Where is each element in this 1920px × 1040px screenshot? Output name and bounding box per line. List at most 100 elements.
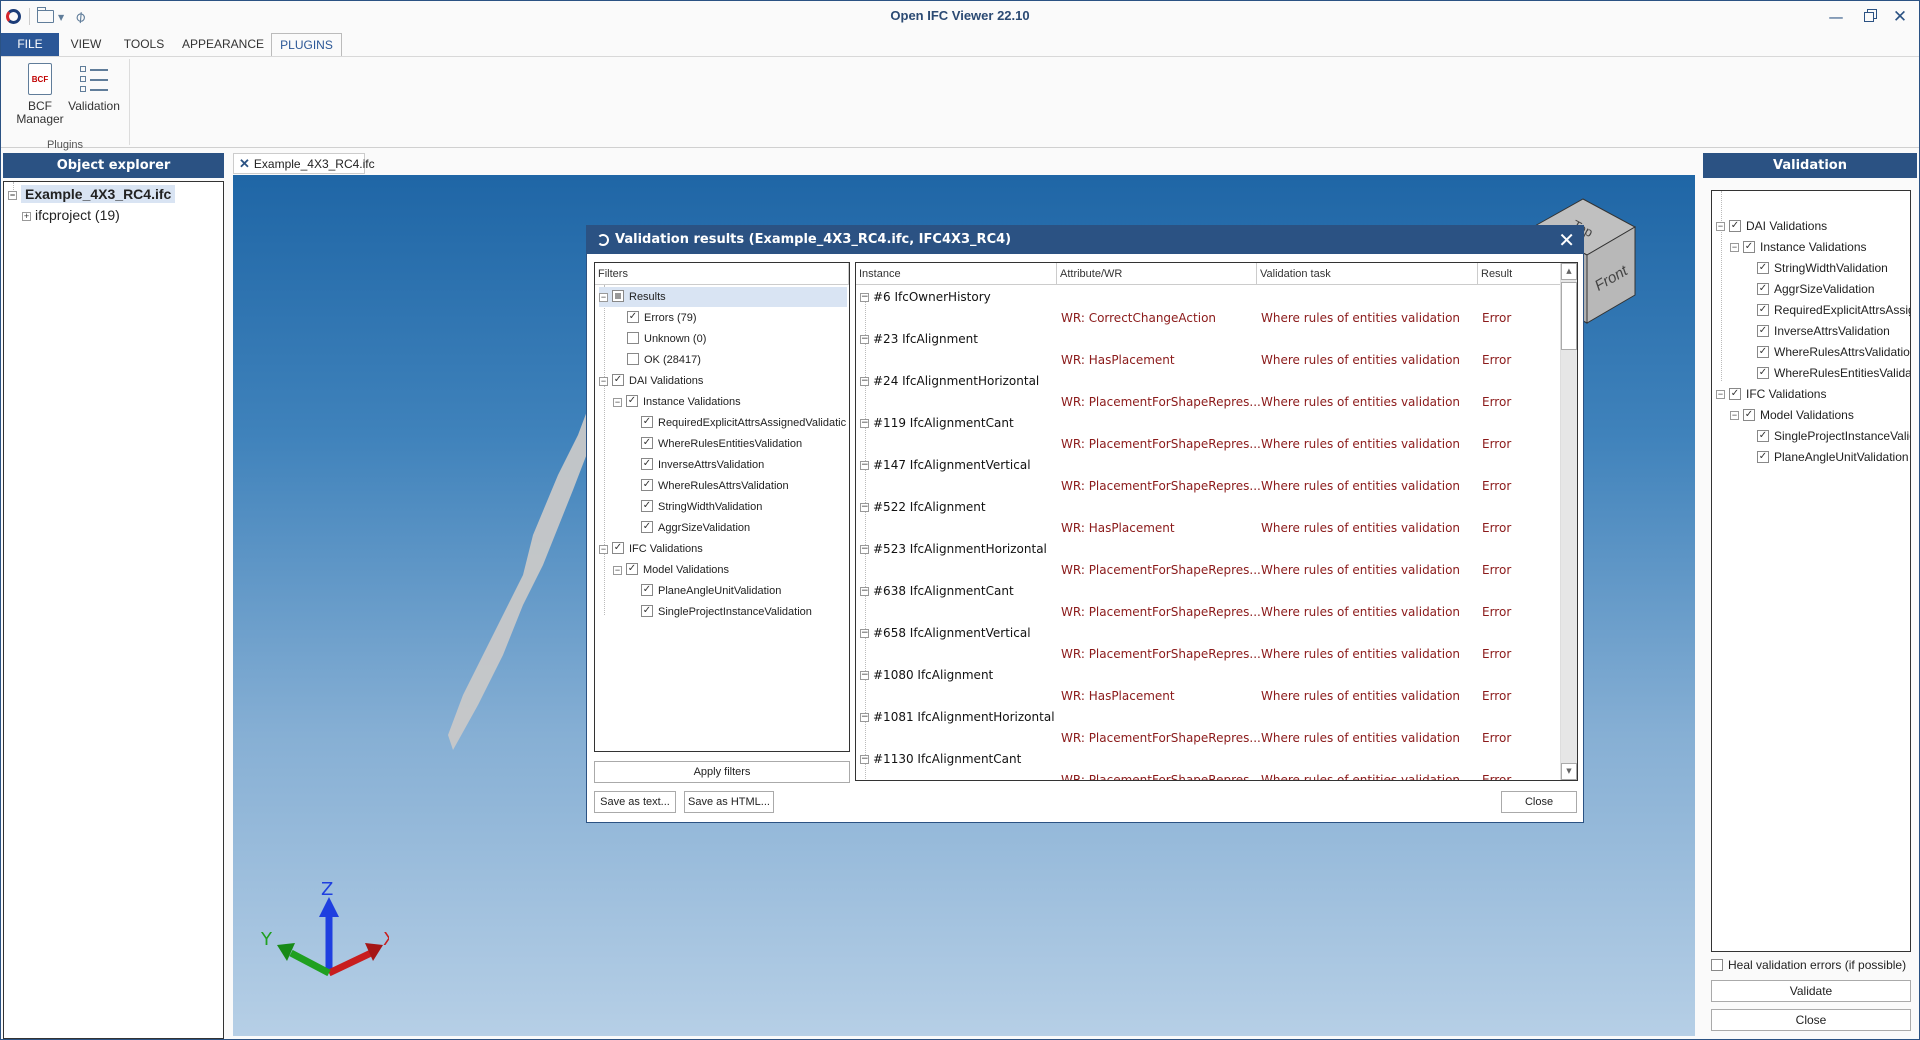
object-explorer-tree[interactable]: − Example_4X3_RC4.ifc + ifcproject (19) — [3, 181, 224, 1039]
checkbox-checked-icon[interactable]: ✓ — [641, 437, 653, 450]
result-cell[interactable]: Error — [1482, 518, 1511, 538]
attribute-cell[interactable]: WR: HasPlacement — [1061, 518, 1175, 538]
task-cell[interactable]: Where rules of entities validation — [1261, 770, 1460, 780]
apply-filters-button[interactable]: Apply filters — [594, 761, 850, 783]
checkbox-checked-icon[interactable]: ✓ — [1743, 240, 1755, 253]
result-instance-row[interactable]: − #1081 IfcAlignmentHorizontal — [860, 707, 1055, 727]
result-instance-row[interactable]: − #6 IfcOwnerHistory — [860, 287, 991, 307]
checkbox-checked-icon[interactable]: ✓ — [1757, 324, 1769, 337]
checkbox-checked-icon[interactable]: ✓ — [1757, 345, 1769, 358]
result-cell[interactable]: Error — [1482, 476, 1511, 496]
scrollbar-thumb[interactable] — [1561, 282, 1577, 350]
collapse-icon[interactable]: − — [860, 419, 869, 428]
result-cell[interactable]: Error — [1482, 350, 1511, 370]
column-header-result[interactable]: Result — [1478, 263, 1561, 285]
attribute-cell[interactable]: WR: PlacementForShapeRepres... — [1061, 728, 1261, 748]
collapse-icon[interactable]: − — [599, 292, 608, 302]
result-instance-row[interactable]: − #1130 IfcAlignmentCant — [860, 749, 1021, 769]
attribute-cell[interactable]: WR: CorrectChangeAction — [1061, 308, 1216, 328]
result-instance-row[interactable]: − #638 IfcAlignmentCant — [860, 581, 1014, 601]
filter-node-leaf[interactable]: ✓ SingleProjectInstanceValidation — [641, 602, 812, 622]
restore-button[interactable] — [1856, 7, 1882, 27]
checkbox-checked-icon[interactable]: ✓ — [1743, 408, 1755, 421]
tab-plugins[interactable]: PLUGINS — [271, 33, 342, 57]
checkbox-unchecked-icon[interactable] — [627, 332, 639, 345]
checkbox-checked-icon[interactable]: ✓ — [1757, 261, 1769, 274]
filter-node-results[interactable]: − Results — [599, 287, 847, 307]
result-cell[interactable]: Error — [1482, 686, 1511, 706]
collapse-icon[interactable]: − — [1716, 390, 1725, 400]
filter-node-leaf[interactable]: ✓ AggrSizeValidation — [641, 518, 750, 538]
result-instance-row[interactable]: − #522 IfcAlignment — [860, 497, 986, 517]
filter-node-unknown[interactable]: Unknown (0) — [627, 329, 706, 349]
expand-icon[interactable]: + — [22, 211, 31, 221]
save-as-text-button[interactable]: Save as text... — [594, 791, 676, 813]
filter-node-leaf[interactable]: ✓ PlaneAngleUnitValidation — [641, 581, 781, 601]
collapse-icon[interactable]: − — [8, 190, 17, 200]
attribute-cell[interactable]: WR: PlacementForShapeRepres... — [1061, 434, 1261, 454]
column-header-attribute[interactable]: Attribute/WR — [1057, 263, 1257, 285]
collapse-icon[interactable]: − — [860, 461, 869, 470]
close-window-button[interactable]: ✕ — [1887, 7, 1913, 27]
vt-node-dai[interactable]: − ✓ DAI Validations — [1716, 217, 1827, 235]
checkbox-checked-icon[interactable]: ✓ — [612, 542, 624, 555]
tab-view[interactable]: VIEW — [63, 33, 109, 56]
checkbox-partial-icon[interactable] — [612, 290, 624, 303]
result-cell[interactable]: Error — [1482, 560, 1511, 580]
attribute-cell[interactable]: WR: PlacementForShapeRepres... — [1061, 476, 1261, 496]
collapse-icon[interactable]: − — [860, 755, 869, 764]
checkbox-checked-icon[interactable]: ✓ — [641, 521, 653, 534]
scroll-up-icon[interactable]: ▲ — [1561, 263, 1577, 280]
tab-tools[interactable]: TOOLS — [118, 33, 170, 56]
collapse-icon[interactable]: − — [1730, 411, 1739, 421]
collapse-icon[interactable]: − — [860, 503, 869, 512]
collapse-icon[interactable]: − — [860, 545, 869, 554]
vt-node-model[interactable]: − ✓ Model Validations — [1730, 406, 1854, 424]
vt-node-instance[interactable]: − ✓ Instance Validations — [1730, 238, 1867, 256]
checkbox-checked-icon[interactable]: ✓ — [612, 374, 624, 387]
checkbox-checked-icon[interactable]: ✓ — [641, 458, 653, 471]
validation-tree[interactable]: − ✓ DAI Validations − ✓ Instance Validations… — [1711, 190, 1911, 952]
vt-node-leaf[interactable]: ✓ AggrSizeValidation — [1757, 280, 1875, 298]
collapse-icon[interactable]: − — [599, 544, 608, 554]
filter-node-leaf[interactable]: ✓ InverseAttrsValidation — [641, 455, 764, 475]
collapse-icon[interactable]: − — [1716, 222, 1725, 232]
result-instance-row[interactable]: − #23 IfcAlignment — [860, 329, 978, 349]
task-cell[interactable]: Where rules of entities validation — [1261, 560, 1460, 580]
tree-node-label[interactable]: ifcproject (19) — [35, 207, 120, 223]
result-cell[interactable]: Error — [1482, 392, 1511, 412]
attribute-cell[interactable]: WR: PlacementForShapeRepres... — [1061, 602, 1261, 622]
heal-errors-option[interactable]: Heal validation errors (if possible) — [1711, 958, 1906, 972]
result-cell[interactable]: Error — [1482, 434, 1511, 454]
heal-errors-checkbox[interactable] — [1711, 958, 1723, 971]
checkbox-checked-icon[interactable]: ✓ — [1757, 429, 1769, 442]
checkbox-checked-icon[interactable]: ✓ — [641, 584, 653, 597]
task-cell[interactable]: Where rules of entities validation — [1261, 392, 1460, 412]
filter-node-model[interactable]: − ✓ Model Validations — [613, 560, 729, 580]
vt-node-leaf[interactable]: ✓ SingleProjectInstanceValid — [1757, 427, 1910, 445]
tab-appearance[interactable]: APPEARANCE — [181, 33, 265, 56]
collapse-icon[interactable]: − — [860, 587, 869, 596]
result-cell[interactable]: Error — [1482, 602, 1511, 622]
task-cell[interactable]: Where rules of entities validation — [1261, 728, 1460, 748]
document-tab[interactable]: ✕ Example_4X3_RC4.ifc — [233, 153, 375, 174]
collapse-icon[interactable]: − — [860, 335, 869, 344]
task-cell[interactable]: Where rules of entities validation — [1261, 602, 1460, 622]
collapse-icon[interactable]: − — [613, 565, 622, 575]
results-scrollbar[interactable]: ▲ ▼ — [1560, 263, 1577, 780]
attribute-cell[interactable]: WR: PlacementForShapeRepres... — [1061, 644, 1261, 664]
tab-file[interactable]: FILE — [1, 33, 59, 56]
collapse-icon[interactable]: − — [860, 293, 869, 302]
vt-node-ifc[interactable]: − ✓ IFC Validations — [1716, 385, 1826, 403]
filter-node-leaf[interactable]: ✓ WhereRulesEntitiesValidation — [641, 434, 802, 454]
checkbox-checked-icon[interactable]: ✓ — [1757, 366, 1769, 379]
vt-node-leaf[interactable]: ✓ PlaneAngleUnitValidation — [1757, 448, 1909, 466]
task-cell[interactable]: Where rules of entities validation — [1261, 644, 1460, 664]
vt-node-leaf[interactable]: ✓ InverseAttrsValidation — [1757, 322, 1890, 340]
tree-node-root[interactable]: − Example_4X3_RC4.ifc — [8, 185, 176, 203]
checkbox-checked-icon[interactable]: ✓ — [641, 500, 653, 513]
checkbox-checked-icon[interactable]: ✓ — [626, 563, 638, 576]
checkbox-checked-icon[interactable]: ✓ — [1757, 450, 1769, 463]
filters-tree[interactable]: Filters − Results ✓ Errors (79) Unknown (0… — [594, 262, 850, 752]
document-tab-label[interactable]: Example_4X3_RC4.ifc — [254, 157, 375, 171]
